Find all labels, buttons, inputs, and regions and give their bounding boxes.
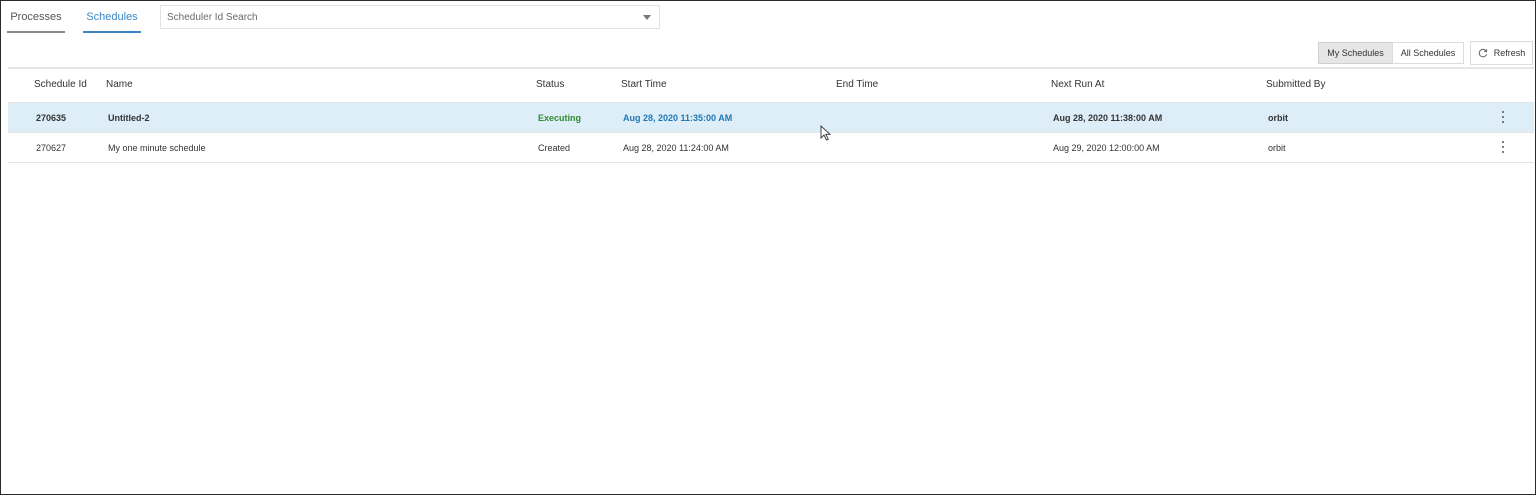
my-schedules-button[interactable]: My Schedules bbox=[1318, 42, 1393, 64]
table-row[interactable]: 270627 My one minute schedule Created Au… bbox=[8, 133, 1534, 163]
column-header-status[interactable]: Status bbox=[536, 79, 564, 90]
schedule-id-cell: 270635 bbox=[36, 113, 67, 123]
column-header-end-time[interactable]: End Time bbox=[836, 79, 878, 90]
name-cell: My one minute schedule bbox=[108, 143, 206, 153]
all-schedules-button[interactable]: All Schedules bbox=[1392, 42, 1464, 64]
refresh-icon bbox=[1478, 48, 1487, 58]
schedule-id-cell: 270627 bbox=[36, 143, 67, 153]
column-header-schedule-id[interactable]: Schedule Id bbox=[34, 79, 87, 90]
submitted-by-cell: orbit bbox=[1268, 143, 1286, 153]
chevron-down-icon[interactable] bbox=[643, 15, 651, 20]
column-header-submitted-by[interactable]: Submitted By bbox=[1266, 79, 1325, 90]
more-options-icon[interactable] bbox=[1500, 111, 1506, 123]
refresh-button[interactable]: Refresh bbox=[1470, 41, 1533, 65]
refresh-label: Refresh bbox=[1493, 48, 1526, 58]
column-header-next-run-at[interactable]: Next Run At bbox=[1051, 79, 1104, 90]
name-cell: Untitled-2 bbox=[108, 113, 150, 123]
scheduler-id-search[interactable] bbox=[160, 5, 660, 29]
start-time-cell: Aug 28, 2020 11:35:00 AM bbox=[623, 113, 733, 123]
table-header: Schedule Id Name Status Start Time End T… bbox=[8, 69, 1534, 103]
mouse-cursor-icon bbox=[820, 125, 832, 141]
more-options-icon[interactable] bbox=[1500, 141, 1506, 153]
search-input[interactable] bbox=[167, 10, 627, 24]
submitted-by-cell: orbit bbox=[1268, 113, 1288, 123]
column-header-name[interactable]: Name bbox=[106, 79, 133, 90]
status-cell: Created bbox=[538, 143, 571, 153]
status-cell: Executing bbox=[538, 113, 582, 123]
tab-schedules[interactable]: Schedules bbox=[83, 11, 141, 33]
next-run-cell: Aug 29, 2020 12:00:00 AM bbox=[1053, 143, 1160, 153]
column-header-start-time[interactable]: Start Time bbox=[621, 79, 667, 90]
tab-processes[interactable]: Processes bbox=[7, 11, 65, 33]
table-row[interactable]: 270635 Untitled-2 Executing Aug 28, 2020… bbox=[8, 103, 1534, 133]
start-time-cell: Aug 28, 2020 11:24:00 AM bbox=[623, 143, 729, 153]
next-run-cell: Aug 28, 2020 11:38:00 AM bbox=[1053, 113, 1163, 123]
